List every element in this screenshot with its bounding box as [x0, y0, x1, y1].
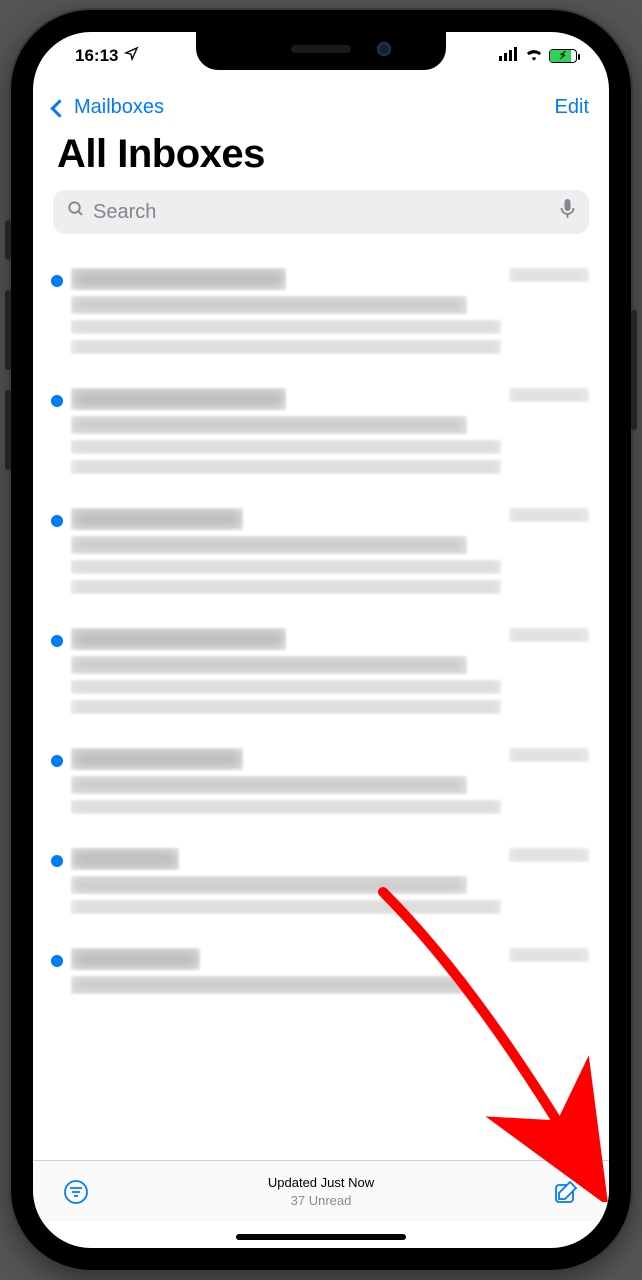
message-row[interactable]	[33, 494, 609, 614]
back-label: Mailboxes	[74, 96, 164, 119]
volume-up-button	[5, 290, 11, 370]
unread-dot-icon	[51, 635, 63, 647]
message-row[interactable]	[33, 734, 609, 834]
mute-switch	[5, 220, 11, 260]
message-list[interactable]	[33, 254, 609, 1160]
message-row[interactable]	[33, 614, 609, 734]
message-content-redacted	[71, 508, 501, 600]
message-content-redacted	[71, 388, 501, 480]
search-field[interactable]: Search	[53, 190, 589, 234]
message-row[interactable]	[33, 834, 609, 934]
compose-button[interactable]	[549, 1175, 583, 1209]
bottom-toolbar: Updated Just Now 37 Unread	[33, 1160, 609, 1222]
device-frame: 16:13 ⚡︎ Mail	[11, 10, 631, 1270]
unread-dot-icon	[51, 755, 63, 767]
message-content-redacted	[71, 848, 501, 920]
side-button	[631, 310, 637, 430]
message-content-redacted	[71, 748, 501, 820]
volume-down-button	[5, 390, 11, 470]
front-camera	[377, 42, 391, 56]
back-button[interactable]: Mailboxes	[53, 96, 164, 119]
battery-icon: ⚡︎	[549, 49, 577, 63]
unread-dot-icon	[51, 275, 63, 287]
notch	[196, 32, 446, 70]
message-row[interactable]	[33, 254, 609, 374]
page-title: All Inboxes	[57, 132, 265, 177]
updated-label: Updated Just Now	[268, 1175, 374, 1190]
message-content-redacted	[71, 268, 501, 360]
message-content-redacted	[71, 628, 501, 720]
search-placeholder: Search	[93, 201, 560, 224]
screen: 16:13 ⚡︎ Mail	[33, 32, 609, 1248]
message-row[interactable]	[33, 934, 609, 1014]
unread-dot-icon	[51, 855, 63, 867]
earpiece	[291, 45, 351, 53]
toolbar-status: Updated Just Now 37 Unread	[268, 1174, 374, 1209]
chevron-left-icon	[50, 99, 68, 117]
filter-button[interactable]	[59, 1175, 93, 1209]
wifi-icon	[525, 46, 543, 66]
edit-button[interactable]: Edit	[555, 96, 589, 119]
message-row[interactable]	[33, 374, 609, 494]
unread-dot-icon	[51, 395, 63, 407]
location-icon	[124, 46, 139, 66]
charging-icon: ⚡︎	[559, 49, 567, 62]
unread-dot-icon	[51, 955, 63, 967]
dictate-icon[interactable]	[560, 199, 575, 225]
unread-count: 37 Unread	[268, 1192, 374, 1210]
cellular-icon	[499, 46, 519, 66]
message-content-redacted	[71, 948, 501, 1000]
nav-bar: Mailboxes Edit	[33, 84, 609, 125]
unread-dot-icon	[51, 515, 63, 527]
search-icon	[67, 200, 85, 224]
status-time: 16:13	[75, 46, 118, 66]
home-indicator[interactable]	[236, 1234, 406, 1240]
